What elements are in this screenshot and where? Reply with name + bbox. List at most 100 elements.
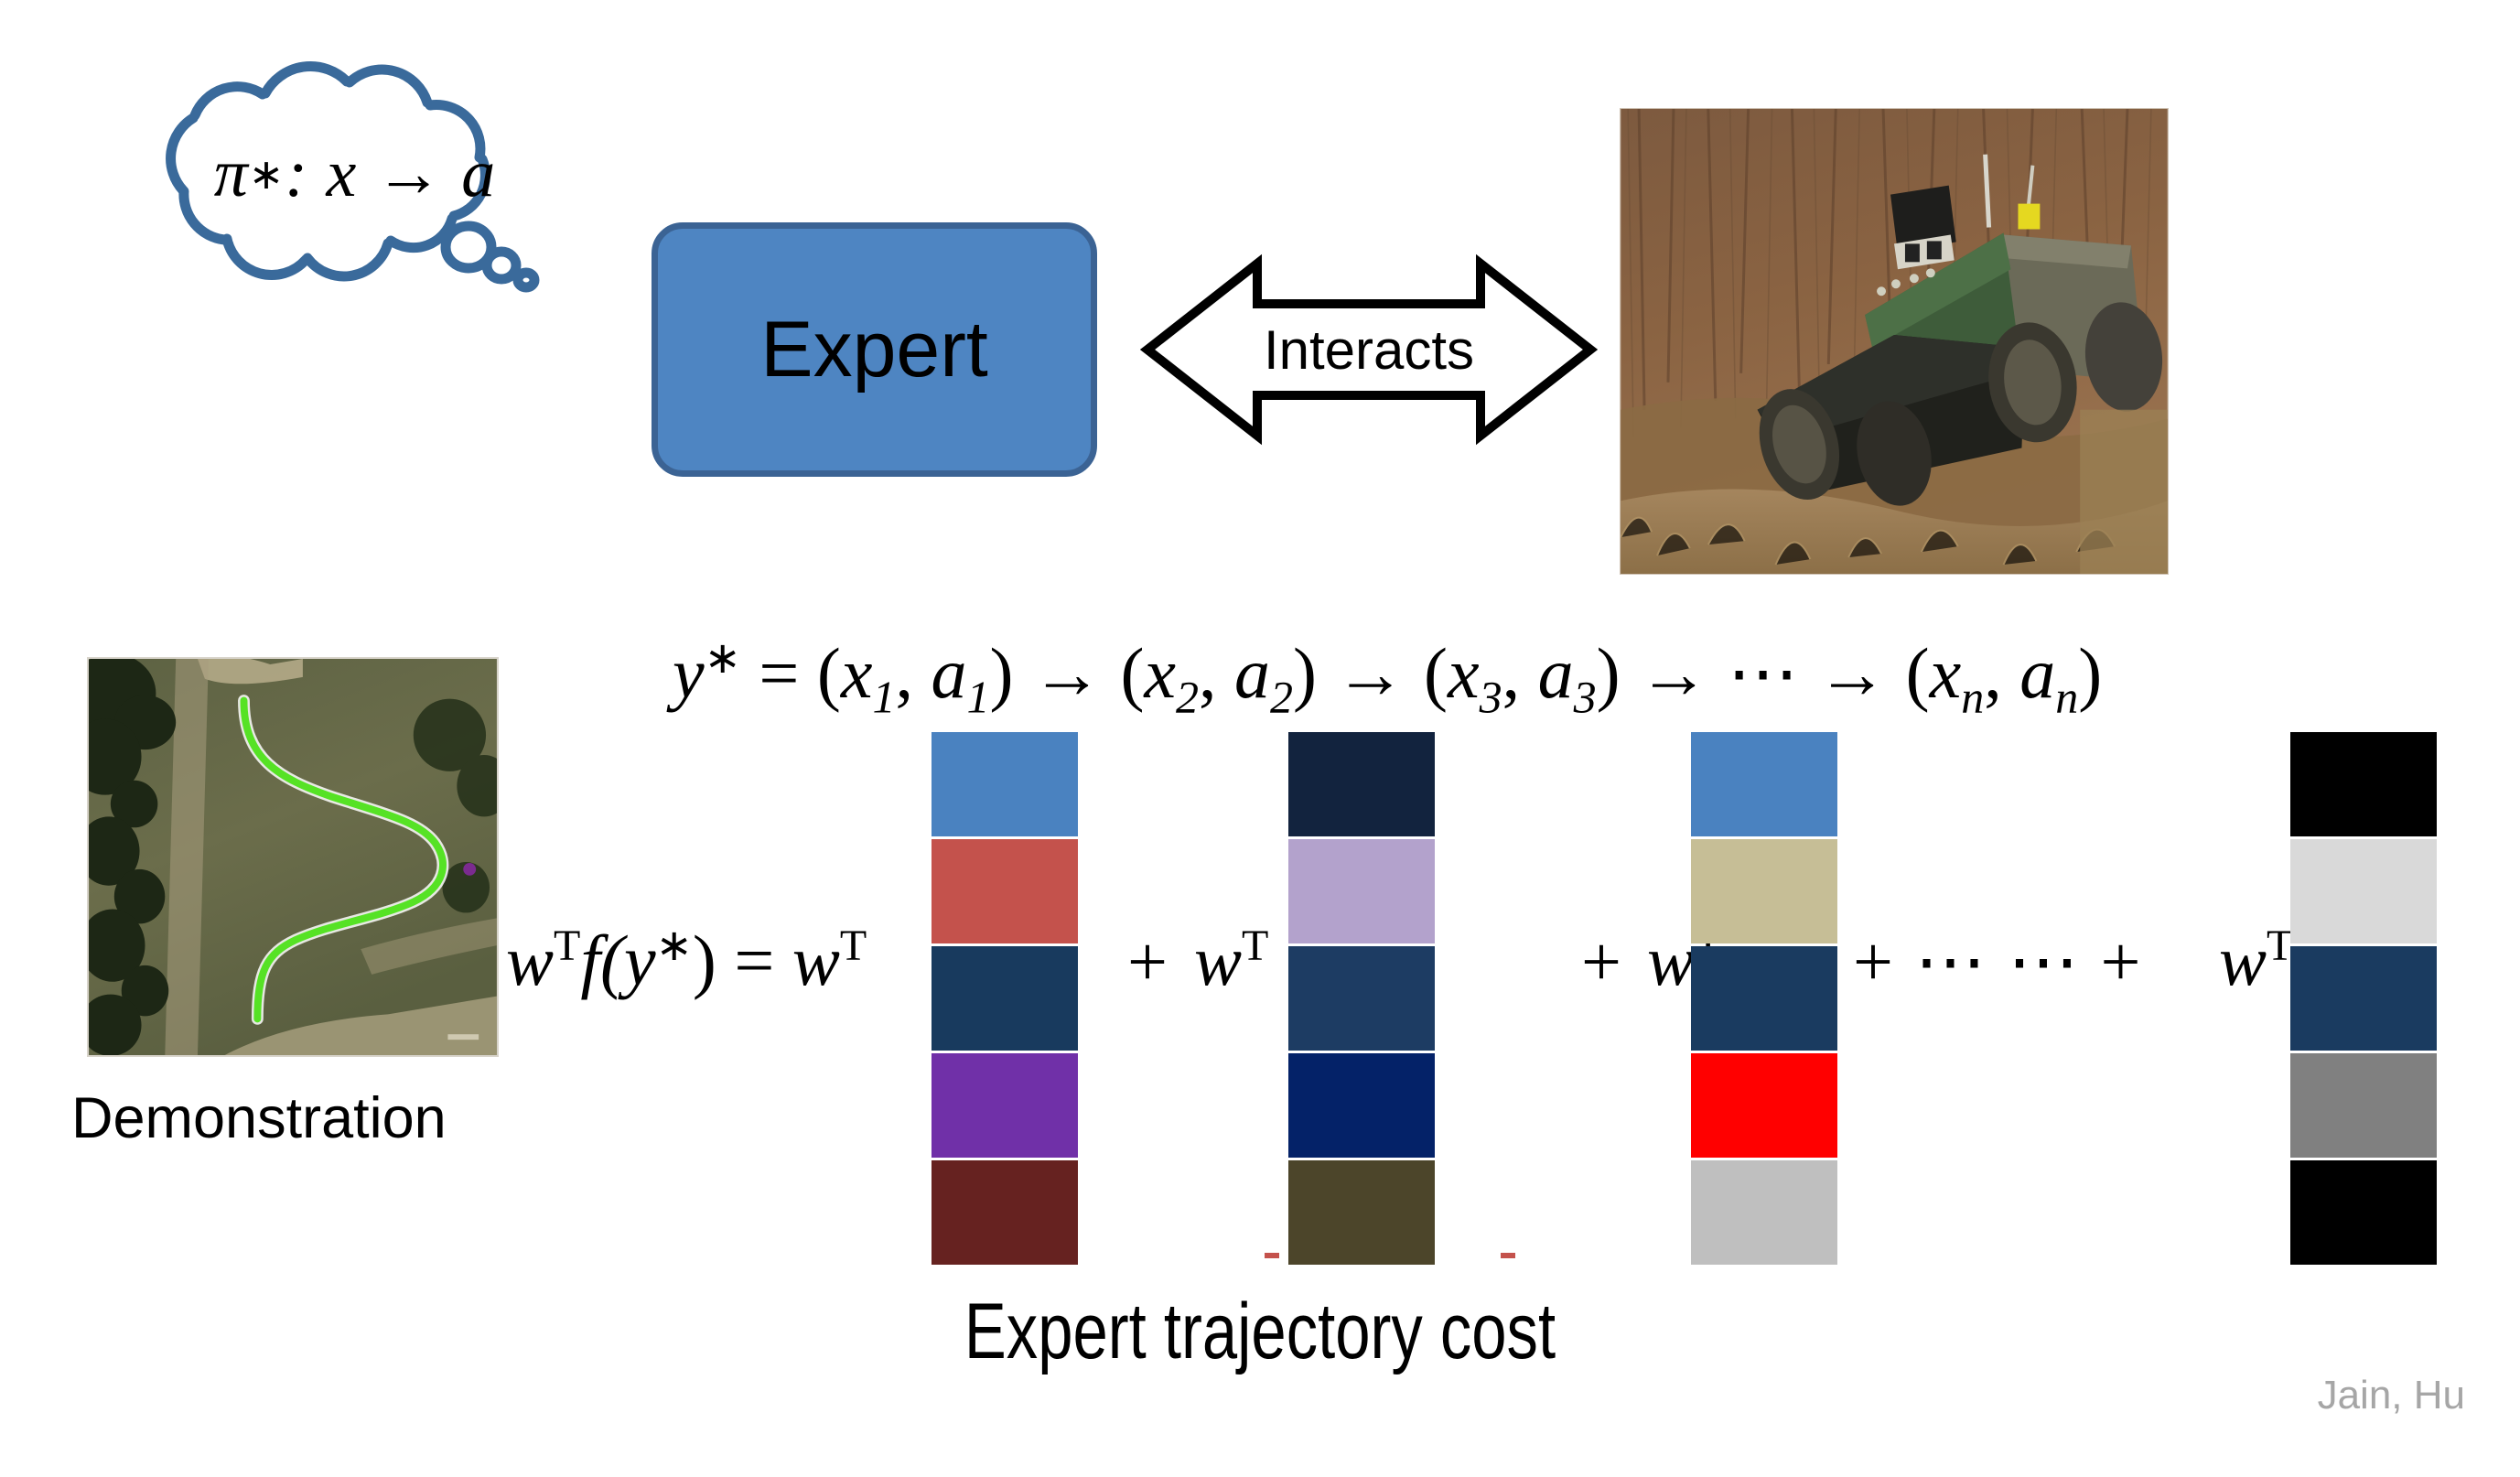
attribution-credit: Jain, Hu [2317, 1373, 2465, 1418]
traj-step-3-a: a [1537, 633, 1574, 713]
feature-cell [1691, 1160, 1837, 1265]
policy-pi: π [213, 135, 249, 211]
traj-lhs-star: ∗ [704, 634, 741, 683]
feature-cell [1691, 946, 1837, 1051]
traj-step-n-comma: , [1984, 633, 2020, 713]
traj-step-1-a: a [931, 633, 967, 713]
traj-step-3-close: ) [1596, 633, 1621, 713]
demonstration-caption: Demonstration [71, 1086, 447, 1150]
cost-weight-term-2: wT [1194, 924, 1268, 997]
traj-step-1-comma: , [895, 633, 932, 713]
traj-step-1-close: ) [989, 633, 1014, 713]
cost-w2-sup: T [1242, 922, 1269, 970]
traj-ellipsis: ⋯ [1727, 633, 1799, 713]
feature-cell [2290, 946, 2437, 1051]
traj-step-n-a: a [2019, 633, 2056, 713]
traj-arrow-1: → [1013, 633, 1121, 713]
feature-cell [932, 839, 1078, 943]
feature-cell [2290, 1053, 2437, 1158]
traj-arrow-2: → [1317, 633, 1425, 713]
traj-step-n-xsub: n [1961, 671, 1985, 723]
traj-lhs: y [673, 633, 705, 713]
traj-step-1-asub: 1 [966, 671, 990, 723]
traj-step-2-asub: 2 [1270, 671, 1294, 723]
traj-step-3-asub: 3 [1573, 671, 1597, 723]
policy-expression: π ∗: x → a [99, 37, 611, 311]
feature-cell [1288, 732, 1435, 836]
cost-w2: w [1194, 921, 1243, 1000]
feature-cell [1691, 732, 1837, 836]
traj-step-2-close: ) [1293, 633, 1318, 713]
cost-fn: f(y [580, 921, 656, 1000]
traj-step-2-a: a [1234, 633, 1271, 713]
traj-step-2-xsub: 2 [1176, 671, 1200, 723]
traj-step-n-x: x [1929, 633, 1962, 713]
feature-vector-3 [1691, 732, 1837, 1265]
traj-step-1-xsub: 1 [872, 671, 896, 723]
expert-box[interactable]: Expert [652, 222, 1097, 477]
cost-fn-star: ∗ [655, 922, 693, 970]
feature-cell [2290, 839, 2437, 943]
interacts-label: Interacts [1140, 247, 1598, 453]
cost-plus-1: + [1127, 922, 1168, 1001]
traj-step-2-open: ( [1120, 633, 1145, 713]
cost-wn-sup: T [2267, 922, 2294, 970]
traj-step-2-x: x [1144, 633, 1177, 713]
cost-equals: = [716, 921, 792, 1000]
traj-step-n-asub: n [2055, 671, 2079, 723]
traj-arrow-4: → [1798, 633, 1906, 713]
traj-step-3-open: ( [1424, 633, 1448, 713]
traj-step-1-open: ( [816, 633, 841, 713]
feature-cell [1691, 839, 1837, 943]
cost-equation-lhs: wTf(y∗) = wT [506, 924, 867, 997]
feature-cell [932, 1160, 1078, 1265]
cost-plus-3: + [1853, 922, 1895, 1001]
feature-cell [1288, 1160, 1435, 1265]
stray-tick-mark-right [1501, 1253, 1515, 1258]
policy-mapping: : x → a [285, 135, 497, 211]
traj-step-3-x: x [1448, 633, 1480, 713]
feature-cell [932, 946, 1078, 1051]
traj-step-1-x: x [840, 633, 873, 713]
interacts-text: Interacts [1263, 319, 1475, 381]
traj-arrow-3: → [1620, 633, 1728, 713]
cost-w1-sup: T [839, 922, 867, 970]
policy-star: ∗ [248, 151, 285, 198]
feature-cell [932, 1053, 1078, 1158]
feature-cell [2290, 732, 2437, 836]
feature-cell [1288, 946, 1435, 1051]
feature-cell [1288, 1053, 1435, 1158]
aerial-trajectory-photo [87, 657, 499, 1057]
feature-vector-n [2290, 732, 2437, 1265]
traj-step-n-close: ) [2078, 633, 2103, 713]
traj-step-n-open: ( [1905, 633, 1930, 713]
cost-wn: w [2219, 921, 2267, 1000]
feature-cell [932, 732, 1078, 836]
cost-fn-close: ) [692, 921, 716, 1000]
cost-w1: w [792, 921, 840, 1000]
traj-step-3-comma: , [1502, 633, 1538, 713]
page-title: Expert trajectory cost [964, 1288, 1556, 1375]
stray-tick-mark-left [1265, 1253, 1279, 1258]
traj-step-3-xsub: 3 [1479, 671, 1502, 723]
expert-label: Expert [760, 306, 988, 394]
cost-plus-2: + [1581, 922, 1621, 1001]
traj-equals: = [740, 633, 817, 713]
cost-w: w [506, 921, 555, 1000]
feature-cell [1288, 839, 1435, 943]
cost-weight-term-n: wT [2219, 924, 2293, 997]
cost-w-sup: T [554, 922, 581, 970]
feature-cell [1691, 1053, 1837, 1158]
thought-cloud-icon: π ∗: x → a [99, 37, 611, 311]
cost-w3: w [1647, 921, 1696, 1000]
feature-vector-1 [932, 732, 1078, 1265]
feature-vector-2 [1288, 732, 1435, 1265]
trajectory-equation: y∗ = (x1, a1) → (x2, a2) → (x3, a3) → ⋯ … [673, 604, 2512, 723]
cost-ellipsis: ⋯ ⋯ [1914, 922, 2081, 1001]
feature-cell [2290, 1160, 2437, 1265]
traj-step-2-comma: , [1199, 633, 1235, 713]
cost-plus-ellipsis-plus: + ⋯ ⋯ + [1853, 926, 2143, 997]
robot-vehicle-photo [1620, 108, 2169, 575]
cost-plus-4: + [2100, 922, 2143, 1001]
slide-canvas: π ∗: x → a Expert Interacts Demonstratio… [0, 0, 2520, 1477]
